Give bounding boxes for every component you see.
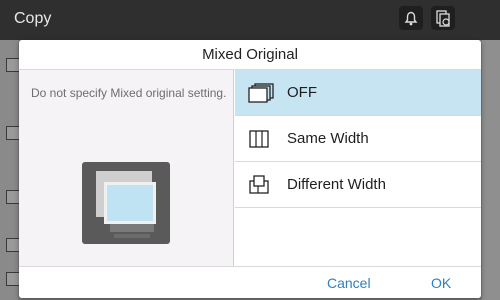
option-off[interactable]: OFF [235,70,481,116]
option-label: Different Width [287,176,386,193]
dialog-title: Mixed Original [19,40,481,70]
top-bar: Copy [0,0,500,40]
background-marker [6,272,20,286]
background-marker [6,126,20,140]
option-same-width[interactable]: Same Width [235,116,481,162]
background-marker [6,190,20,204]
options-list: OFF Same Width Different Width [235,70,481,266]
description-pane: Do not specify Mixed original setting. [19,70,234,266]
app-title: Copy [14,10,52,27]
dialog-footer: Cancel OK [19,266,481,298]
copy-status-icon[interactable] [431,6,455,30]
preview-base [110,224,154,232]
cancel-button[interactable]: Cancel [327,275,371,291]
option-label: Same Width [287,130,369,147]
background-marker [6,58,20,72]
mixed-original-dialog: Mixed Original Do not specify Mixed orig… [19,40,481,298]
preview-base [114,234,150,238]
same-width-pages-icon [247,128,275,150]
background-left-strip [0,40,20,300]
mixed-original-preview-image [82,162,170,244]
setting-description: Do not specify Mixed original setting. [31,86,227,100]
background-marker [6,238,20,252]
ok-button[interactable]: OK [431,275,451,291]
option-label: OFF [287,84,317,101]
option-different-width[interactable]: Different Width [235,162,481,208]
stacked-pages-icon [247,82,275,104]
different-width-pages-icon [247,174,275,196]
background-right-strip [482,40,500,300]
bell-icon[interactable] [399,6,423,30]
preview-front-sheet [104,182,156,224]
